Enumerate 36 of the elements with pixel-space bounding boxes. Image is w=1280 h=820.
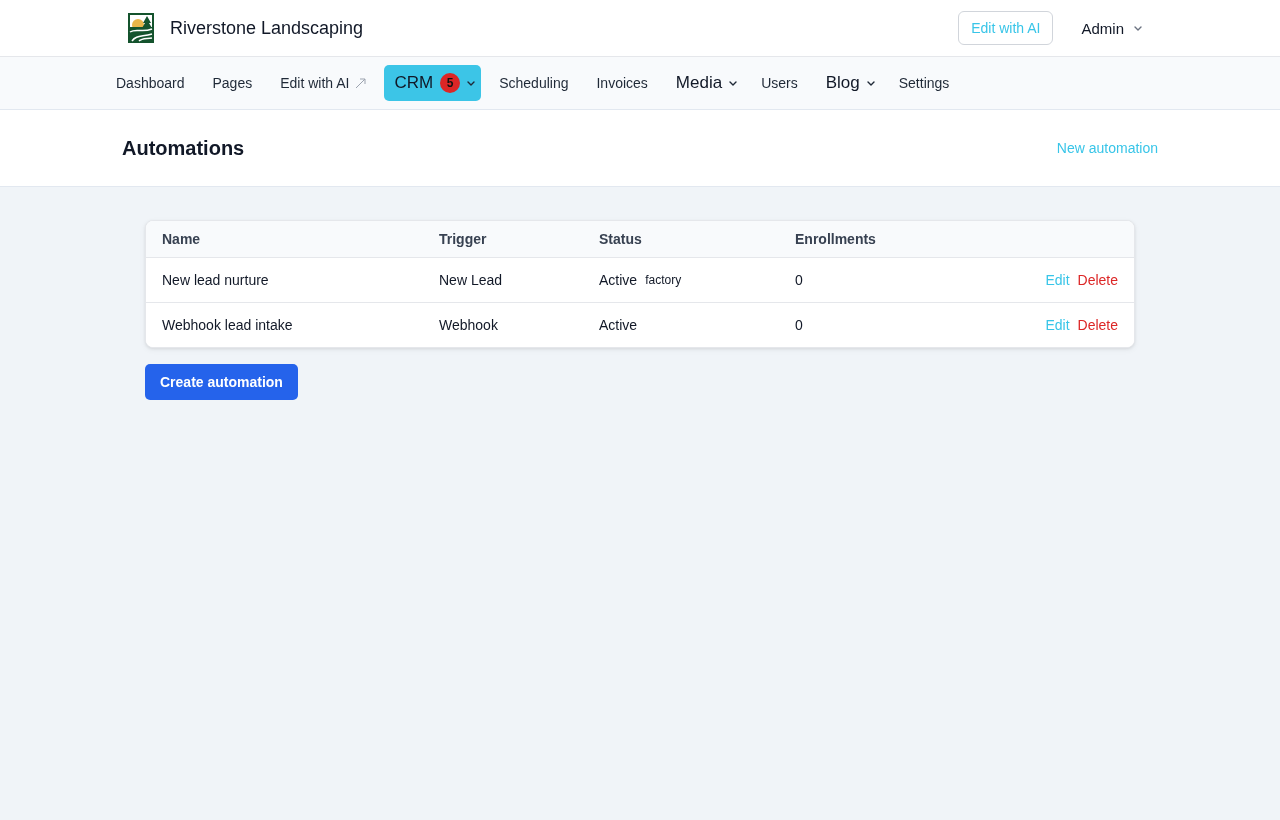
nav-link[interactable]: Pages <box>198 75 267 91</box>
nav-link[interactable]: Invoices <box>582 75 662 91</box>
table-cell-text: Webhook <box>439 317 499 333</box>
chevron-down-icon <box>729 80 738 86</box>
nav-link[interactable]: Edit with AI <box>266 75 381 91</box>
count-badge: 5 <box>440 73 461 93</box>
table-cell-text: New lead nurture <box>162 272 270 288</box>
table-cell-text: Webhook lead intake <box>162 317 294 333</box>
status-tag: factory <box>645 273 682 287</box>
landscape-logo-icon <box>128 13 154 43</box>
column-header: Name <box>162 231 202 247</box>
status-text: Active <box>599 317 638 333</box>
chevron-down-icon <box>467 80 476 86</box>
nav-dropdown[interactable]: CRM 5 <box>384 65 482 101</box>
table-cell-text: 0 <box>795 317 804 333</box>
brand-name: Riverstone Landscaping <box>170 17 364 39</box>
delete-link[interactable]: Delete <box>1077 317 1118 333</box>
column-header: Trigger <box>439 231 488 247</box>
page-title: Automations <box>122 136 245 160</box>
nav-link[interactable]: Users <box>747 75 812 91</box>
delete-link[interactable]: Delete <box>1077 272 1118 288</box>
nav-link[interactable]: Scheduling <box>485 75 583 91</box>
nav-link[interactable]: Dashboard <box>102 75 199 91</box>
create-automation-button[interactable]: Create automation <box>145 364 298 400</box>
nav-link[interactable]: Settings <box>884 75 964 91</box>
diagonal-arrow-icon <box>355 77 367 89</box>
nav-dropdown[interactable]: Blog <box>815 65 881 101</box>
chevron-down-icon <box>866 80 875 86</box>
user-menu[interactable]: Admin <box>1081 19 1152 37</box>
table-cell-text: 0 <box>795 272 804 288</box>
column-header: Enrollments <box>795 231 877 247</box>
nav-dropdown[interactable]: Media <box>665 65 744 101</box>
status-text: Active <box>599 272 638 288</box>
table-cell-text: New Lead <box>439 272 504 288</box>
chevron-down-icon <box>1134 25 1142 31</box>
column-header: Status <box>599 231 643 247</box>
